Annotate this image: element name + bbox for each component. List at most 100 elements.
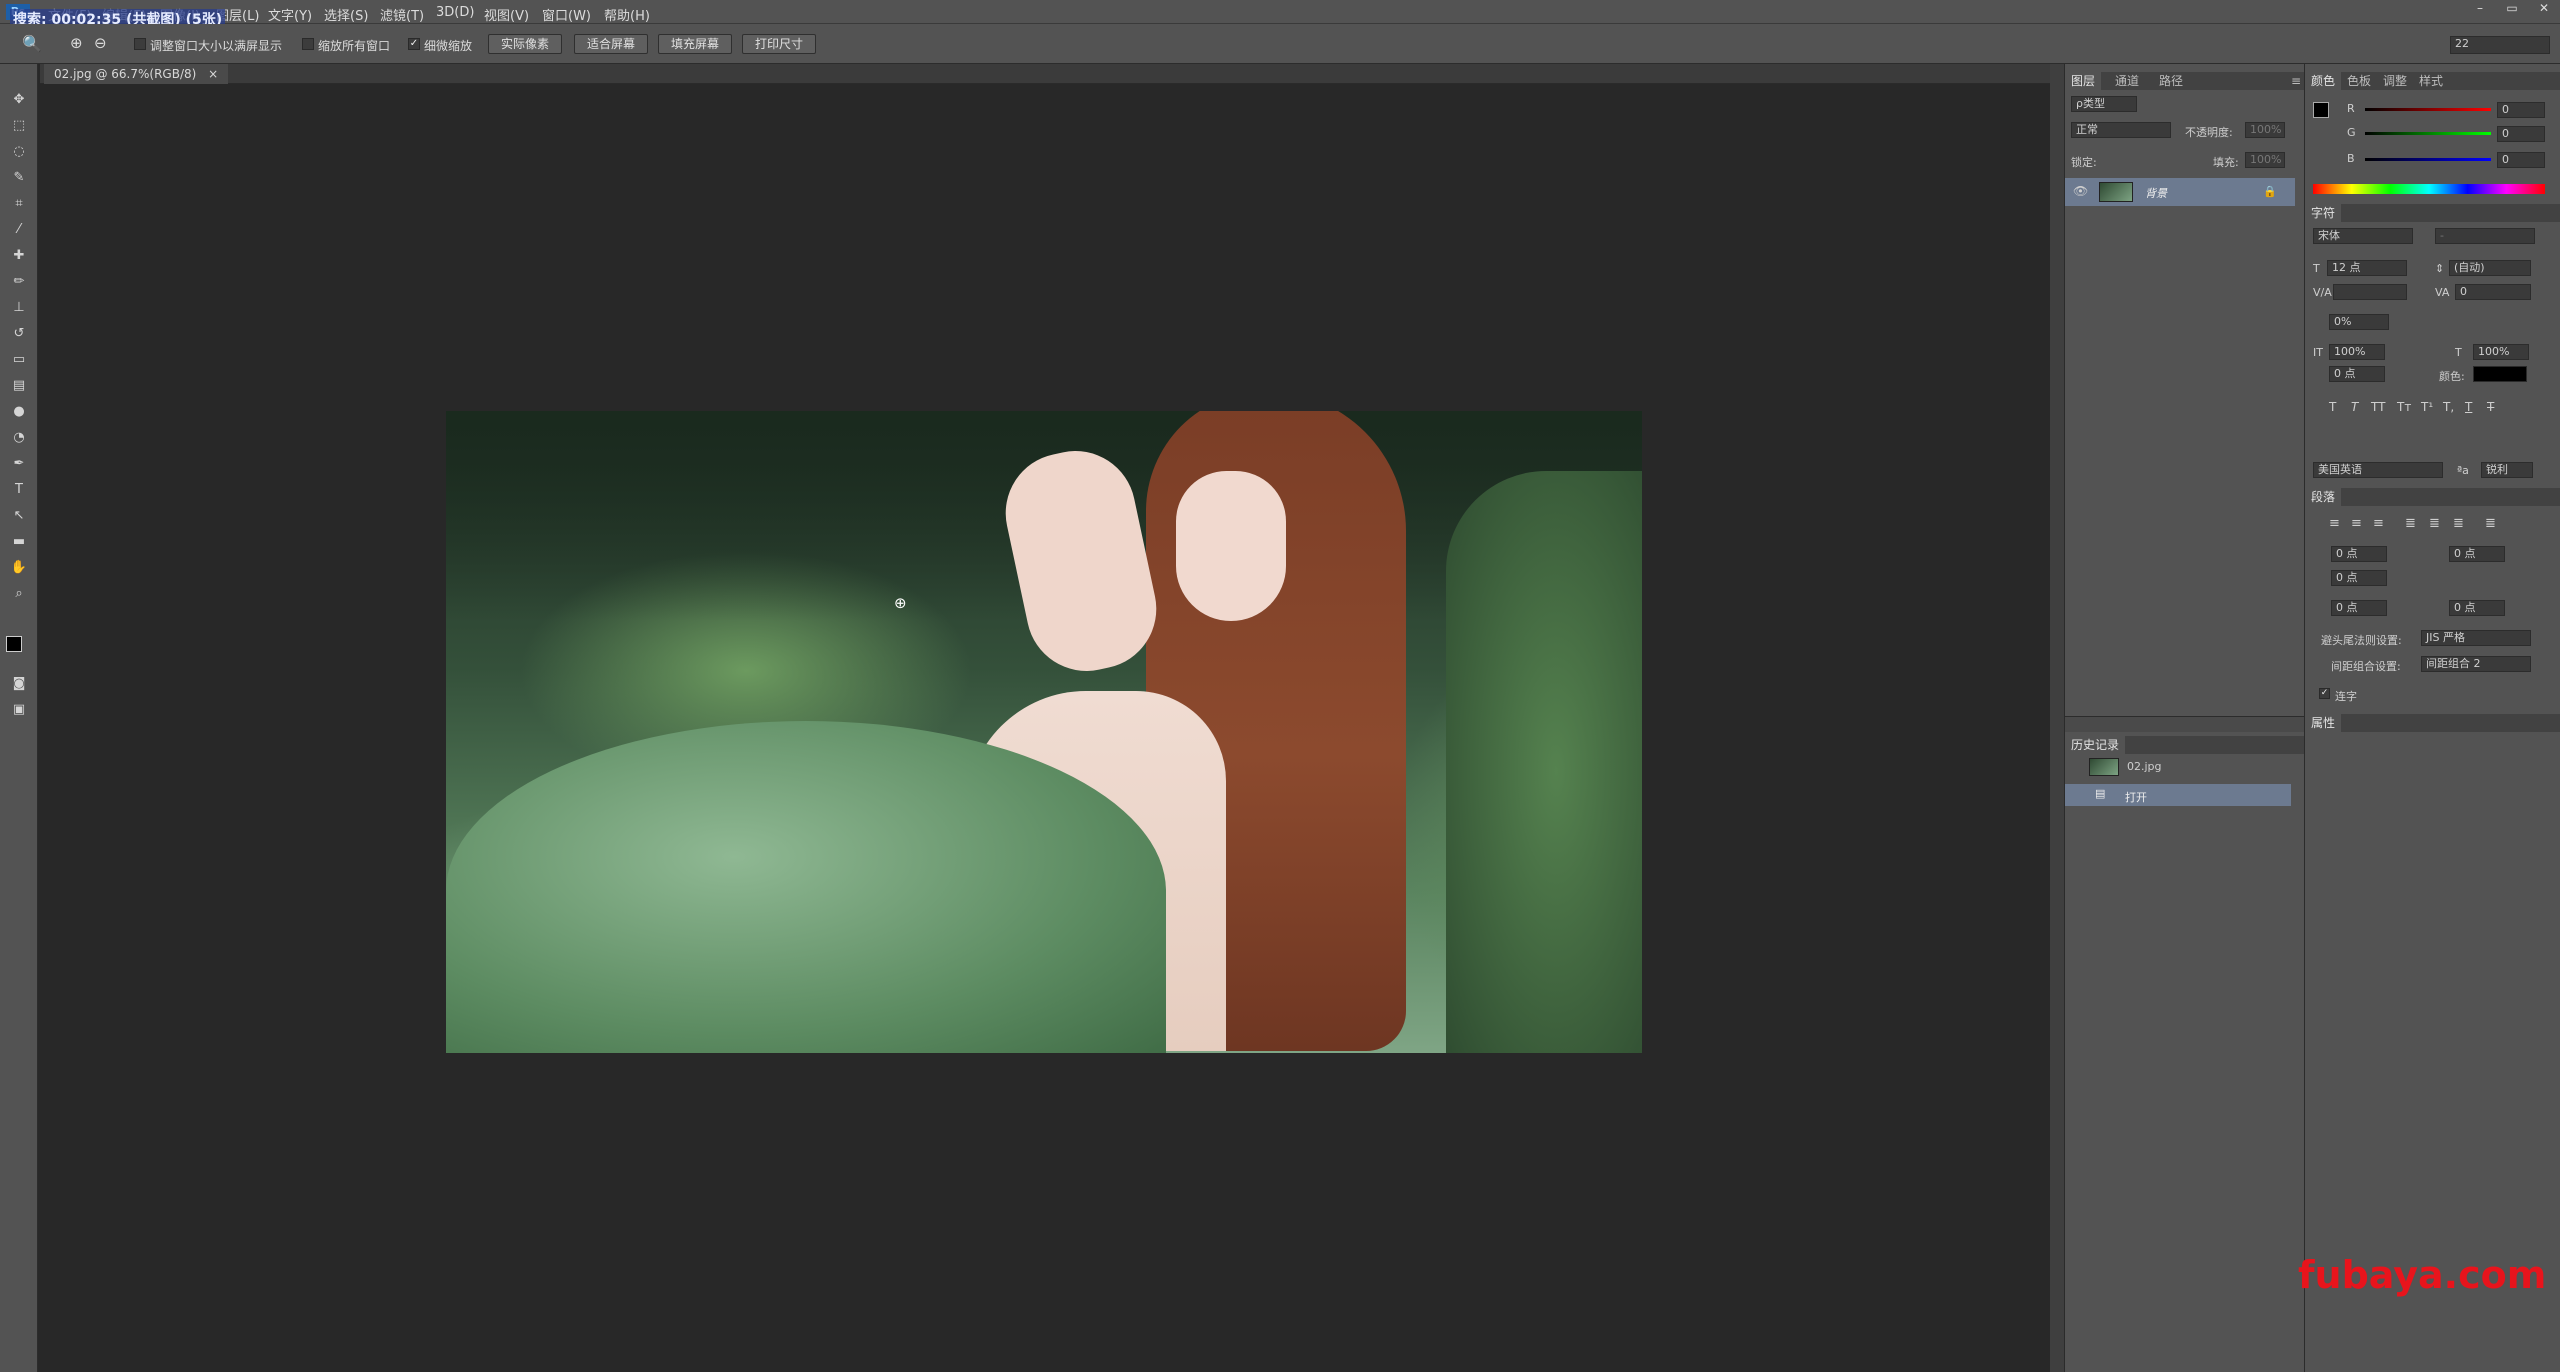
tsume-field[interactable]: 0% — [2329, 314, 2389, 330]
zoom-tool-icon[interactable]: ⌕ — [9, 584, 29, 604]
indent-first-field[interactable]: 0 点 — [2331, 570, 2387, 586]
tab-properties[interactable]: 属性 — [2305, 714, 2342, 732]
history-snapshot[interactable]: 02.jpg — [2127, 760, 2162, 773]
faux-italic-button[interactable]: T — [2351, 400, 2358, 414]
menu-window[interactable]: 窗口(W) — [542, 5, 591, 24]
eye-icon[interactable]: 👁 — [2073, 184, 2088, 198]
type-tool-icon[interactable]: T — [9, 480, 29, 500]
quick-mask-icon[interactable]: ◙ — [9, 674, 29, 694]
history-step[interactable]: 打开 — [2125, 789, 2147, 805]
foreground-color-swatch[interactable] — [6, 636, 22, 652]
font-size-field[interactable]: 12 点 — [2327, 260, 2407, 276]
small-caps-button[interactable]: Tт — [2397, 400, 2411, 414]
justify-center-icon[interactable]: ≣ — [2429, 516, 2440, 531]
document-tab-close-icon[interactable]: × — [208, 67, 218, 81]
underline-button[interactable]: T — [2465, 400, 2472, 414]
strikethrough-button[interactable]: T — [2487, 400, 2494, 414]
close-icon[interactable]: ✕ — [2528, 0, 2560, 18]
history-brush-icon[interactable]: ↺ — [9, 324, 29, 344]
restore-icon[interactable]: ▭ — [2496, 0, 2528, 18]
tab-swatches[interactable]: 色板 — [2341, 72, 2377, 90]
zoom-tool-icon[interactable]: 🔍 — [22, 34, 42, 53]
quick-select-tool-icon[interactable]: ✎ — [9, 168, 29, 188]
fit-screen-button[interactable]: 适合屏幕 — [574, 34, 648, 54]
actual-pixels-button[interactable]: 实际像素 — [488, 34, 562, 54]
menu-select[interactable]: 选择(S) — [324, 5, 368, 24]
hand-tool-icon[interactable]: ✋ — [9, 558, 29, 578]
menu-filter[interactable]: 滤镜(T) — [380, 5, 424, 24]
vertical-scrollbar[interactable] — [2050, 64, 2064, 1372]
r-slider[interactable] — [2365, 108, 2491, 111]
crop-tool-icon[interactable]: ⌗ — [9, 194, 29, 214]
language-select[interactable]: 美国英语 — [2313, 462, 2443, 478]
workspace-select[interactable]: 22 — [2450, 36, 2550, 54]
vertical-scale-field[interactable]: 100% — [2329, 344, 2385, 360]
document-image[interactable]: ⊕ — [446, 411, 1642, 1053]
tracking-field[interactable]: 0 — [2455, 284, 2531, 300]
g-field[interactable]: 0 — [2497, 126, 2545, 142]
menu-3d[interactable]: 3D(D) — [436, 5, 474, 20]
marquee-tool-icon[interactable]: ⬚ — [9, 116, 29, 136]
blur-tool-icon[interactable]: ● — [9, 402, 29, 422]
menu-type[interactable]: 文字(Y) — [268, 5, 312, 24]
fill-screen-button[interactable]: 填充屏幕 — [658, 34, 732, 54]
opacity-field[interactable]: 100% — [2245, 122, 2285, 138]
path-select-icon[interactable]: ↖ — [9, 506, 29, 526]
dodge-tool-icon[interactable]: ◔ — [9, 428, 29, 448]
tab-character[interactable]: 字符 — [2305, 204, 2342, 222]
faux-bold-button[interactable]: T — [2329, 400, 2336, 414]
resize-windows-checkbox[interactable] — [134, 38, 146, 50]
fill-field[interactable]: 100% — [2245, 152, 2285, 168]
b-field[interactable]: 0 — [2497, 152, 2545, 168]
tab-paragraph[interactable]: 段落 — [2305, 488, 2342, 506]
hyphenate-checkbox[interactable]: ✓ — [2319, 688, 2330, 699]
minimize-icon[interactable]: – — [2464, 0, 2496, 18]
color-ramp[interactable] — [2313, 184, 2545, 194]
panel-menu-icon[interactable]: ≡ — [2291, 72, 2301, 90]
document-tab[interactable]: 02.jpg @ 66.7%(RGB/8) × — [44, 64, 229, 84]
clone-stamp-icon[interactable]: ⊥ — [9, 298, 29, 318]
tab-adjustments[interactable]: 调整 — [2377, 72, 2413, 90]
menu-view[interactable]: 视图(V) — [484, 5, 529, 24]
eraser-tool-icon[interactable]: ▭ — [9, 350, 29, 370]
move-tool-icon[interactable]: ✥ — [9, 90, 29, 110]
lasso-tool-icon[interactable]: ◌ — [9, 142, 29, 162]
b-slider[interactable] — [2365, 158, 2491, 161]
baseline-shift-field[interactable]: 0 点 — [2329, 366, 2385, 382]
kinsoku-select[interactable]: JIS 严格 — [2421, 630, 2531, 646]
layer-filter-select[interactable]: ρ类型 — [2071, 96, 2137, 112]
tab-history[interactable]: 历史记录 — [2065, 736, 2126, 754]
superscript-button[interactable]: T¹ — [2421, 400, 2433, 414]
font-style-select[interactable]: - — [2435, 228, 2535, 244]
zoom-out-icon[interactable]: ⊖ — [94, 34, 107, 52]
align-right-icon[interactable]: ≡ — [2373, 516, 2384, 531]
scrubby-zoom-checkbox[interactable]: ✓ — [408, 38, 420, 50]
shape-tool-icon[interactable]: ▬ — [9, 532, 29, 552]
r-field[interactable]: 0 — [2497, 102, 2545, 118]
fg-color-chip[interactable] — [2313, 102, 2329, 118]
blend-mode-select[interactable]: 正常 — [2071, 122, 2171, 138]
tab-color[interactable]: 颜色 — [2305, 72, 2342, 90]
pen-tool-icon[interactable]: ✒ — [9, 454, 29, 474]
align-left-icon[interactable]: ≡ — [2329, 516, 2340, 531]
tab-paths[interactable]: 路径 — [2153, 72, 2189, 90]
kerning-field[interactable] — [2333, 284, 2407, 300]
zoom-all-checkbox[interactable] — [302, 38, 314, 50]
zoom-in-icon[interactable]: ⊕ — [70, 34, 83, 52]
subscript-button[interactable]: T, — [2443, 400, 2454, 414]
layer-name[interactable]: 背景 — [2145, 185, 2167, 201]
font-family-select[interactable]: 宋体 — [2313, 228, 2413, 244]
healing-brush-icon[interactable]: ✚ — [9, 246, 29, 266]
justify-left-icon[interactable]: ≣ — [2405, 516, 2416, 531]
gradient-tool-icon[interactable]: ▤ — [9, 376, 29, 396]
text-color-swatch[interactable] — [2473, 366, 2527, 382]
tab-styles[interactable]: 样式 — [2413, 72, 2449, 90]
mojikumi-select[interactable]: 间距组合 2 — [2421, 656, 2531, 672]
tab-layers[interactable]: 图层 — [2065, 72, 2102, 90]
justify-all-icon[interactable]: ≣ — [2485, 516, 2496, 531]
eyedropper-tool-icon[interactable]: ⁄ — [9, 220, 29, 240]
indent-right-field[interactable]: 0 点 — [2449, 546, 2505, 562]
indent-left-field[interactable]: 0 点 — [2331, 546, 2387, 562]
screen-mode-icon[interactable]: ▣ — [9, 700, 29, 720]
print-size-button[interactable]: 打印尺寸 — [742, 34, 816, 54]
